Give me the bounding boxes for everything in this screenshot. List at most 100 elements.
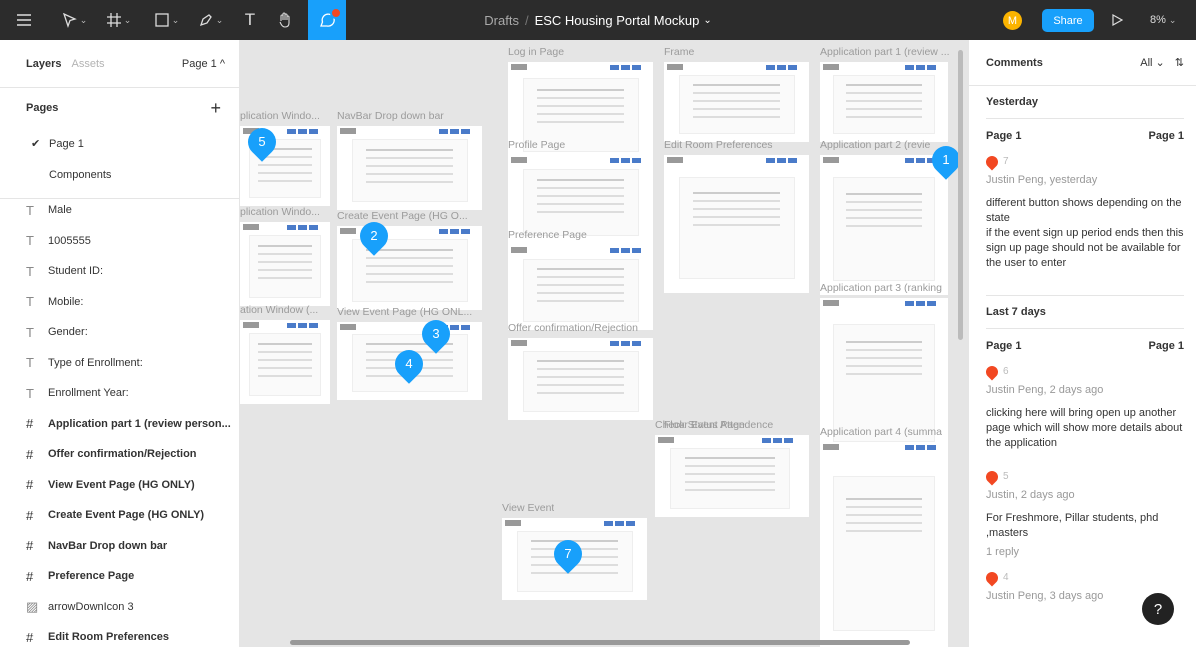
mock-navbar [508,62,653,72]
frame-thumbnail[interactable] [820,442,948,647]
mock-navbar [502,518,647,528]
mock-navbar [508,245,653,255]
frame-label[interactable]: ation Window (... [240,304,318,316]
file-name[interactable]: ESC Housing Portal Mockup [535,13,700,28]
frame-label[interactable]: plication Windo... [240,206,320,218]
mock-content [249,333,321,396]
mock-content [522,169,639,236]
layer-item[interactable]: # Application part 1 (review person... [0,409,239,440]
comment-tool-button[interactable] [308,0,346,40]
breadcrumb-drafts[interactable]: Drafts [484,13,519,28]
sort-icon[interactable]: ⇅ [1175,56,1184,69]
layer-item[interactable]: # View Event Page (HG ONLY) [0,470,239,501]
hand-tool-icon[interactable] [270,0,300,40]
frame-thumbnail[interactable] [240,222,330,306]
frame-thumbnail[interactable] [820,155,948,295]
layer-item[interactable]: T Type of Enrollment: [0,348,239,379]
frame-label[interactable]: View Event [502,502,554,514]
present-play-icon[interactable] [1112,0,1123,40]
move-tool-icon[interactable]: ⌄ [56,0,94,40]
frame-label[interactable]: Profile Page [508,139,565,151]
frame-thumbnail[interactable] [664,155,809,293]
frame-label[interactable]: Application part 1 (review ... [820,46,950,58]
layer-item[interactable]: T Student ID: [0,256,239,287]
mock-navbar [508,338,653,348]
tab-layers[interactable]: Layers [26,58,61,70]
frame-label[interactable]: Log in Page [508,46,564,58]
layer-item[interactable]: ▨ arrowDownIcon 3 [0,592,239,623]
comment-thread[interactable]: Page 1 Page 1 6 Justin Peng, 2 days ago clic… [969,329,1196,451]
horizontal-scrollbar[interactable] [290,640,910,645]
comment-pin-number: 2 [370,228,378,243]
zoom-dropdown[interactable]: 8% ⌄ [1150,0,1176,40]
vertical-scrollbar[interactable] [958,50,963,340]
comments-filter-dropdown[interactable]: All ⌄ [1140,56,1165,69]
main-menu-icon[interactable] [14,0,34,40]
layer-item[interactable]: # NavBar Drop down bar [0,531,239,562]
mock-nav-button [784,438,793,443]
panel-tabs: Layers Assets Page 1 ^ [0,40,239,88]
comment-replies[interactable]: 1 reply [986,545,1184,560]
frame-label[interactable]: Edit Room Preferences [664,139,773,151]
frame-thumbnail[interactable] [655,435,805,517]
comment-thread[interactable]: Page 1 Page 1 7 Justin Peng, yesterday diffe… [969,119,1196,271]
tab-assets[interactable]: Assets [71,58,104,70]
frame-label[interactable]: Application part 4 (summa [820,426,942,438]
frame-thumbnail[interactable] [664,62,809,142]
frame-label[interactable]: Offer confirmation/Rejection [508,322,638,334]
frame-thumbnail[interactable] [337,226,482,310]
text-tool-icon[interactable]: T [236,0,264,40]
layer-item[interactable]: T Gender: [0,317,239,348]
canvas[interactable]: plication Windo... NavBar Drop down bar pl… [240,40,968,647]
mock-nav-button [461,129,470,134]
frame-tool-icon[interactable]: ⌄ [100,0,138,40]
comment-pin[interactable]: 5 [242,122,282,162]
comment-pin[interactable]: 4 [389,344,429,384]
frame-label[interactable]: Check Status Page [655,419,745,431]
pen-tool-icon[interactable]: ⌄ [192,0,230,40]
comment-page-row: Page 1 Page 1 [986,329,1184,354]
frame-label[interactable]: Application part 2 (revie [820,139,930,151]
add-page-button[interactable]: + [210,98,221,119]
layer-item[interactable]: # Preference Page [0,561,239,592]
mock-logo [511,340,527,346]
mock-logo [340,228,356,234]
frame-thumbnail[interactable] [508,245,653,330]
comment-pin[interactable]: 2 [354,216,394,256]
layer-item[interactable]: T Mobile: [0,287,239,318]
page-item[interactable]: Components [0,159,239,190]
frame-thumbnail[interactable] [820,62,948,142]
layer-item[interactable]: T 1005555 [0,226,239,257]
avatar[interactable]: M [1003,11,1022,30]
mock-navbar [664,62,809,72]
frame-label[interactable]: Application part 3 (ranking [820,282,942,294]
page-item[interactable]: ✔ Page 1 [0,128,239,159]
frame-thumbnail[interactable] [337,126,482,210]
mock-nav-button [610,158,619,163]
comment-thread[interactable]: 5 Justin, 2 days ago For Freshmore, Pillar… [969,468,1196,560]
help-button[interactable]: ? [1142,593,1174,625]
shape-tool-icon[interactable]: ⌄ [148,0,186,40]
file-menu-chevron-icon[interactable]: ⌄ [703,15,711,26]
frame-label[interactable]: plication Windo... [240,110,320,122]
frame-label[interactable]: NavBar Drop down bar [337,110,444,122]
layer-item[interactable]: T Enrollment Year: [0,378,239,409]
frame-layer-icon: # [26,477,34,493]
comment-number-row: 7 [983,153,1184,170]
layer-item[interactable]: # Offer confirmation/Rejection [0,439,239,470]
layer-item-label: View Event Page (HG ONLY) [48,478,195,491]
share-button[interactable]: Share [1042,9,1094,32]
mock-logo [340,128,356,134]
frame-label[interactable]: Create Event Page (HG O... [337,210,468,222]
frame-label[interactable]: Frame [664,46,694,58]
page-selector[interactable]: Page 1 ^ [182,58,225,70]
frame-label[interactable]: Preference Page [508,229,587,241]
comment-pin[interactable]: 3 [416,314,456,354]
layer-item[interactable]: # Create Event Page (HG ONLY) [0,500,239,531]
layer-item[interactable]: # Edit Room Preferences [0,622,239,647]
frame-thumbnail[interactable] [508,338,653,420]
layer-item[interactable]: T Male [0,195,239,226]
frame-thumbnail[interactable] [240,320,330,404]
frame-label[interactable]: View Event Page (HG ONL... [337,306,472,318]
comment-pin[interactable]: 7 [548,534,588,574]
